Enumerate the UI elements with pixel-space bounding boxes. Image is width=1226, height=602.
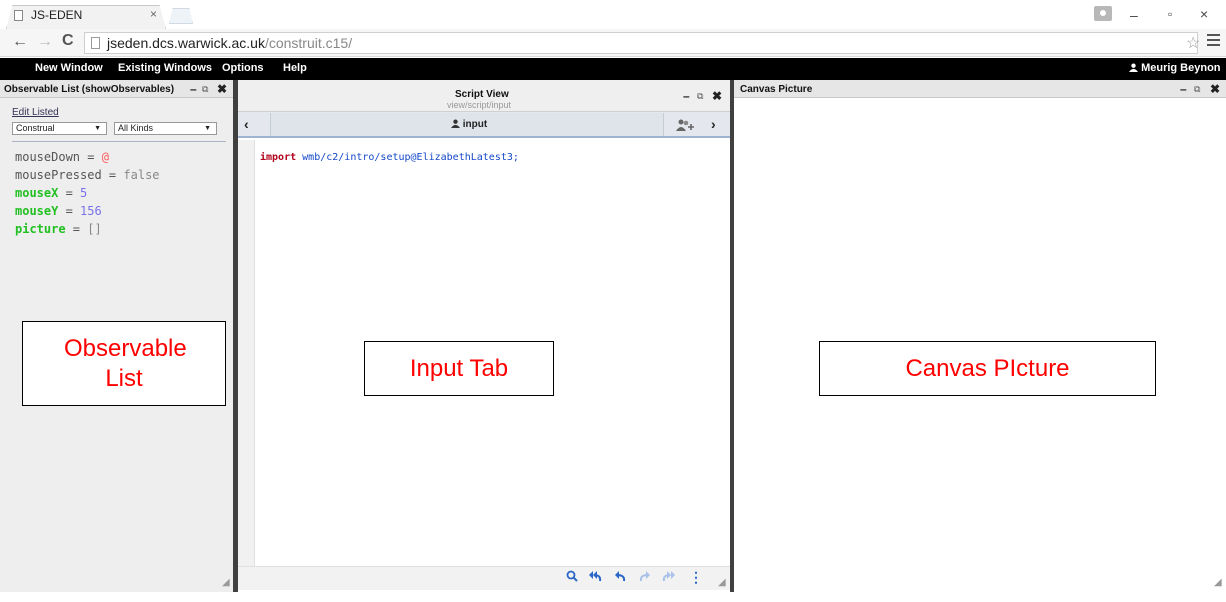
annotation-canvas-picture-text: Canvas PIcture [905,354,1070,382]
observable-name: picture [15,222,66,236]
edit-listed-link[interactable]: Edit Listed [12,107,59,118]
user-icon [1129,63,1138,72]
menu-options[interactable]: Options [222,62,264,74]
arrow-left-icon[interactable]: ← [12,33,28,51]
kind-select[interactable]: All Kinds ▼ [114,122,217,135]
tab-input-label: input [462,119,488,130]
close-icon[interactable]: ✖ [712,89,722,103]
url-path: /construit.c15/ [264,35,353,51]
code-keyword: import [260,152,297,163]
chevron-down-icon: ▼ [204,125,211,132]
observable-row[interactable]: mousePressed = false [15,168,160,182]
menu-new-window[interactable]: New Window [35,62,103,74]
resize-grip-icon[interactable]: ◢ [718,577,726,588]
arrow-right-icon[interactable]: → [37,33,53,51]
minimize-icon[interactable]: – [683,89,690,103]
construal-select-value: Construal [16,123,55,133]
browser-tab[interactable] [6,5,166,29]
observable-value: 5 [80,186,88,200]
observable-list-title: Observable List (showObservables) [4,84,175,95]
popout-icon[interactable]: ⧉ [202,84,208,95]
new-tab-button[interactable] [169,8,193,24]
observable-row[interactable]: mouseDown = @ [15,150,109,164]
observable-value: false [123,168,160,182]
page-icon [91,37,100,49]
observable-row[interactable]: mouseY = 156 [15,204,102,218]
window-maximize-button[interactable]: ▫ [1168,7,1172,21]
current-user[interactable]: Meurig Beynon [1129,62,1221,74]
chevron-down-icon: ▼ [94,125,101,132]
search-icon[interactable] [566,569,578,585]
observable-value: 156 [80,204,102,218]
script-view-title: Script View [455,89,509,100]
resize-grip-icon[interactable]: ◢ [222,577,230,588]
divider [12,141,226,142]
more-vertical-icon[interactable]: ⋮ [689,569,703,586]
script-toolbar [238,566,730,590]
script-gutter [238,140,255,590]
close-icon[interactable]: ✖ [1210,82,1220,96]
popout-icon[interactable]: ⧉ [697,91,703,102]
window-minimize-button[interactable]: – [1130,7,1138,23]
hamburger-menu-icon[interactable] [1207,34,1220,48]
observable-value: [] [87,222,102,236]
undo-all-icon[interactable] [588,569,602,585]
annotation-input-tab-text: Input Tab [409,354,509,382]
add-user-icon[interactable] [676,118,694,136]
minimize-icon[interactable]: – [190,82,197,96]
reload-icon[interactable]: C [62,32,74,50]
browser-tab-title[interactable]: JS-EDEN [31,8,82,22]
code-path: wmb/c2/intro/setup@ElizabethLatest3; [302,152,519,163]
redo-all-icon[interactable] [662,569,676,585]
window-close-button[interactable]: × [1200,6,1208,22]
observable-name: mouseDown [15,150,81,164]
annotation-canvas-picture: Canvas PIcture [819,341,1156,396]
resize-grip-icon[interactable]: ◢ [1214,577,1222,588]
observable-value: @ [101,150,109,164]
annotation-observable-list-text: Observable List [64,334,187,392]
star-icon[interactable]: ☆ [1186,33,1200,53]
annotation-observable-list: Observable List [22,321,226,406]
address-url[interactable]: jseden.dcs.warwick.ac.uk/construit.c15/ [107,35,352,51]
observable-name: mouseY [15,204,59,218]
undo-icon[interactable] [614,569,626,585]
profile-user-icon[interactable] [1094,6,1112,21]
url-host: jseden.dcs.warwick.ac.uk [107,35,265,51]
observable-row[interactable]: mouseX = 5 [15,186,87,200]
page-icon [14,10,23,21]
menu-existing-windows[interactable]: Existing Windows [118,62,212,74]
redo-icon[interactable] [639,569,651,585]
kind-select-value: All Kinds [118,123,154,133]
chevron-right-icon[interactable]: › [711,116,716,132]
construal-select[interactable]: Construal ▼ [12,122,107,135]
chevron-left-icon[interactable]: ‹ [244,116,249,132]
tab-close-icon[interactable]: × [150,7,157,21]
close-icon[interactable]: ✖ [217,82,227,96]
popout-icon[interactable]: ⧉ [1194,84,1200,95]
observable-name: mousePressed [15,168,102,182]
menu-help[interactable]: Help [283,62,307,74]
current-user-name: Meurig Beynon [1141,62,1221,74]
canvas-picture-panel[interactable] [734,80,1226,592]
annotation-input-tab: Input Tab [364,341,554,396]
observable-row[interactable]: picture = [] [15,222,102,236]
script-editor[interactable]: import wmb/c2/intro/setup@ElizabethLates… [260,152,519,163]
observable-name: mouseX [15,186,59,200]
minimize-icon[interactable]: – [1180,82,1187,96]
tab-input-label-wrap[interactable]: input [451,119,487,130]
canvas-picture-title: Canvas Picture [740,84,813,95]
user-icon [451,119,460,128]
script-view-subtitle: view/script/input [447,100,512,110]
